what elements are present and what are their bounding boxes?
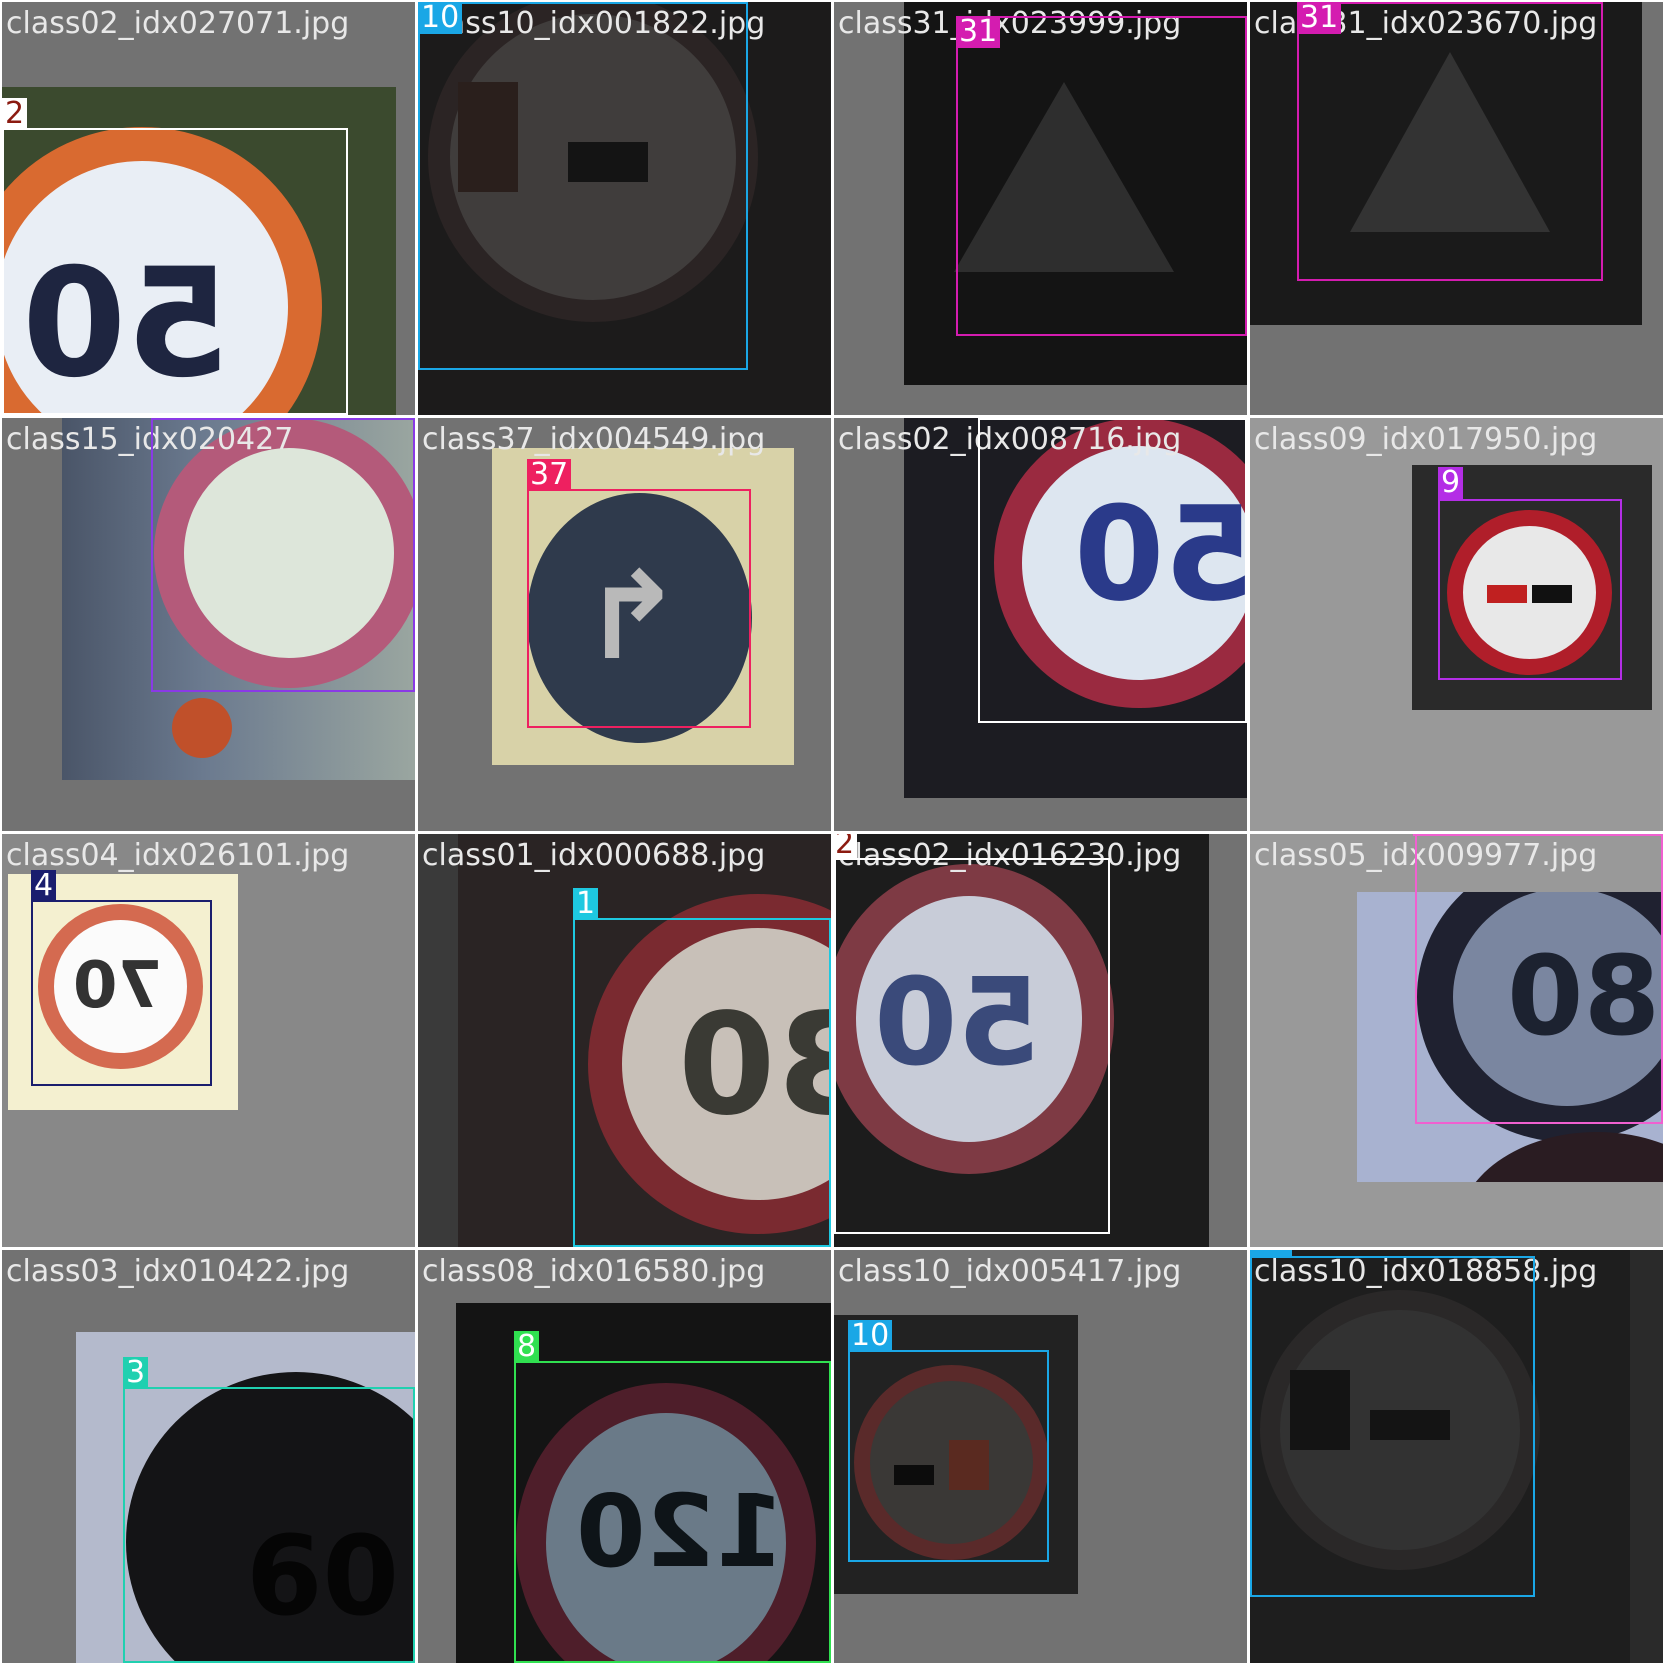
tile: class10_idx001822.jpg 10 bbox=[418, 2, 831, 415]
tile: class31_idx023999.jpg 31 bbox=[834, 2, 1247, 415]
bounding-box bbox=[31, 900, 212, 1086]
bounding-box bbox=[527, 489, 751, 728]
image-mosaic: 50 class02_idx027071.jpg 2 class10_idx00… bbox=[0, 0, 1664, 1664]
tile: ↱ class37_idx004549.jpg 37 bbox=[418, 418, 831, 831]
background-blur bbox=[172, 698, 232, 758]
tile: 120 class08_idx016580.jpg 8 bbox=[418, 1250, 831, 1663]
tile: 50 class02_idx016230.jpg 2 bbox=[834, 834, 1247, 1247]
tile: 50 class02_idx008716.jpg 2 bbox=[834, 418, 1247, 831]
file-name: class04_idx026101.jpg bbox=[6, 838, 350, 873]
tile: 50 class02_idx027071.jpg 2 bbox=[2, 2, 415, 415]
tile: class10_idx005417.jpg 10 bbox=[834, 1250, 1247, 1663]
tile: class10_idx018858.jpg 10 bbox=[1250, 1250, 1663, 1663]
tile: 70 class04_idx026101.jpg 4 bbox=[2, 834, 415, 1247]
tile: class15_idx020427 15 bbox=[2, 418, 415, 831]
bounding-box bbox=[573, 918, 831, 1247]
lower-sign-edge bbox=[1457, 1132, 1663, 1182]
class-label: 10 bbox=[1250, 1250, 1293, 1256]
class-label: 5 bbox=[1413, 834, 1439, 836]
file-name: class09_idx017950.jpg bbox=[1254, 422, 1598, 457]
bounding-box bbox=[151, 418, 415, 692]
class-label: 31 bbox=[1297, 2, 1342, 34]
file-name: class01_idx000688.jpg bbox=[422, 838, 766, 873]
tile: 30 class01_idx000688.jpg 1 bbox=[418, 834, 831, 1247]
tile: class31_idx023670.jpg 31 bbox=[1250, 2, 1663, 415]
class-label: 8 bbox=[514, 1331, 540, 1363]
file-name: class10_idx005417.jpg bbox=[838, 1254, 1182, 1289]
class-label: 2 bbox=[2, 98, 28, 130]
file-name: class37_idx004549.jpg bbox=[422, 422, 766, 457]
file-name: class02_idx027071.jpg bbox=[6, 6, 350, 41]
class-label: 10 bbox=[418, 2, 463, 34]
class-label: 1 bbox=[573, 888, 599, 920]
class-label: 2 bbox=[834, 834, 858, 860]
bounding-box bbox=[978, 418, 1247, 723]
class-label: 9 bbox=[1438, 467, 1464, 499]
tile: 60 class03_idx010422.jpg 3 bbox=[2, 1250, 415, 1663]
file-name: class03_idx010422.jpg bbox=[6, 1254, 350, 1289]
class-label: 3 bbox=[123, 1357, 149, 1389]
bounding-box bbox=[2, 128, 348, 415]
class-label: 10 bbox=[848, 1320, 893, 1352]
tile: 80 class05_idx009977.jpg 5 bbox=[1250, 834, 1663, 1247]
class-label: 4 bbox=[31, 870, 57, 902]
bounding-box bbox=[514, 1361, 831, 1663]
bounding-box bbox=[834, 858, 1110, 1234]
class-label: 37 bbox=[527, 459, 572, 491]
bounding-box bbox=[1250, 1256, 1535, 1597]
bounding-box bbox=[123, 1387, 415, 1663]
class-label: 31 bbox=[956, 16, 1001, 48]
file-name: class08_idx016580.jpg bbox=[422, 1254, 766, 1289]
bounding-box bbox=[956, 16, 1247, 336]
bounding-box bbox=[1297, 2, 1603, 281]
bounding-box bbox=[848, 1350, 1049, 1562]
tile: class09_idx017950.jpg 9 bbox=[1250, 418, 1663, 831]
bounding-box bbox=[1415, 834, 1663, 1124]
bounding-box bbox=[418, 2, 748, 370]
bounding-box bbox=[1438, 499, 1622, 680]
